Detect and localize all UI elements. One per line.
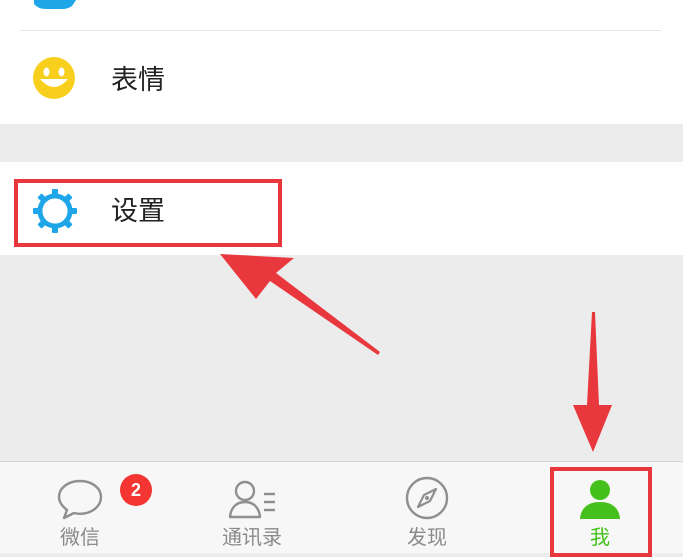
menu-section-top: 表情 [0,0,683,124]
tab-contacts[interactable]: 通讯录 [200,462,304,553]
compass-icon [405,476,449,520]
settings-highlight-box [14,179,282,247]
tab-discover[interactable]: 发现 [375,462,479,553]
tab-discover-icon-wrap [401,474,453,520]
me-tab-highlight-box [550,467,652,557]
menu-item-emoji[interactable]: 表情 [0,31,683,124]
tab-contacts-label: 通讯录 [222,525,282,549]
emoji-icon [33,57,75,99]
tab-wechat-label: 微信 [60,525,100,549]
partial-row-icon [34,0,76,9]
contacts-icon [228,480,275,519]
unread-badge: 2 [120,474,152,506]
tab-wechat[interactable]: 2 微信 [28,462,152,553]
chat-bubble-icon [57,479,103,520]
tab-contacts-icon-wrap [226,474,278,520]
tab-wechat-icon-wrap: 2 [54,474,152,520]
tab-discover-label: 发现 [407,525,447,549]
menu-item-emoji-label: 表情 [111,65,165,96]
arrow-to-me-tab [573,312,612,452]
arrow-to-settings [220,254,380,355]
